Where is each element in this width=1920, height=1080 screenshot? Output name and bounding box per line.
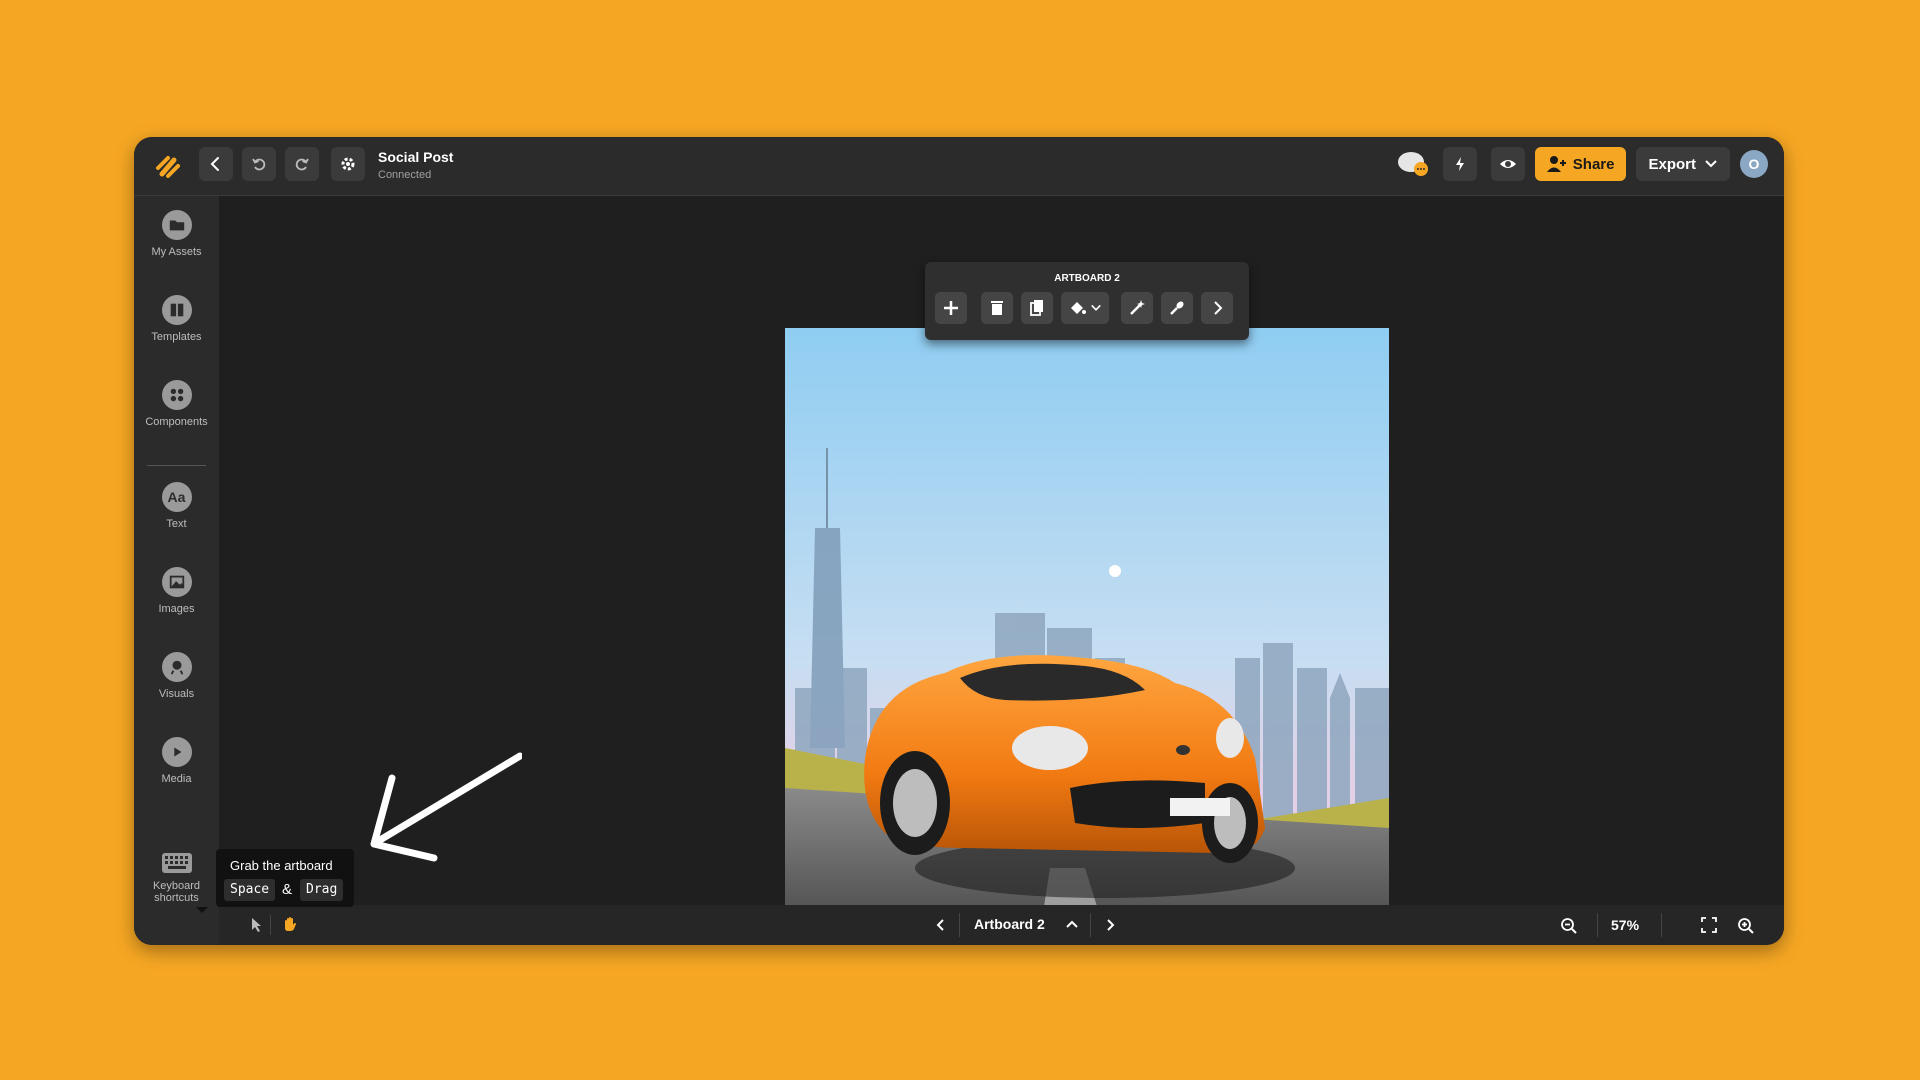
magic-wand-button[interactable]: [1121, 292, 1153, 324]
sidebar-item-label: Components: [145, 416, 208, 428]
settings-button[interactable]: [331, 147, 365, 181]
document-title-block: Social Post Connected: [378, 149, 453, 181]
sidebar-item-text[interactable]: Aa Text: [134, 482, 219, 530]
eye-icon: [1499, 160, 1516, 168]
sidebar-item-templates[interactable]: Templates: [134, 295, 219, 343]
delete-artboard-button[interactable]: [981, 292, 1013, 324]
app-logo-icon[interactable]: [154, 152, 182, 180]
export-button[interactable]: Export: [1636, 147, 1730, 181]
sidebar: My Assets Templates Components Aa Text I…: [134, 196, 219, 945]
select-tool-icon[interactable]: [249, 917, 265, 933]
zoom-divider: [1661, 913, 1662, 937]
visuals-icon: [161, 652, 192, 682]
zoom-out-icon[interactable]: [1560, 917, 1578, 935]
lightning-icon: [1455, 157, 1464, 171]
components-icon: [161, 380, 192, 410]
sidebar-item-images[interactable]: Images: [134, 567, 219, 615]
more-options-button[interactable]: [1201, 292, 1233, 324]
templates-icon: [161, 295, 192, 325]
fit-screen-icon[interactable]: [1701, 917, 1717, 933]
avatar[interactable]: O: [1740, 150, 1768, 178]
comments-button[interactable]: [1395, 147, 1433, 181]
duplicate-artboard-button[interactable]: [1021, 292, 1053, 324]
zoom-divider: [1597, 913, 1598, 937]
keyboard-icon: [161, 853, 192, 873]
sidebar-item-visuals[interactable]: Visuals: [134, 652, 219, 700]
sidebar-item-label: Templates: [151, 331, 202, 343]
zoom-in-icon[interactable]: [1737, 917, 1755, 935]
tooltip-key-drag: Drag: [300, 879, 344, 901]
artboard-toolbar: ARTBOARD 2: [925, 262, 1249, 340]
topbar-right-tools: Share Export O: [1395, 147, 1768, 181]
artboard[interactable]: [785, 328, 1389, 932]
tool-divider: [270, 915, 271, 935]
paint-bucket-icon: [1071, 302, 1086, 314]
sidebar-item-media[interactable]: Media: [134, 737, 219, 785]
top-bar: Social Post Connected Share Export O: [134, 137, 1784, 196]
gear-icon: [341, 157, 355, 171]
connection-status: Connected: [378, 169, 432, 181]
undo-icon: [252, 158, 266, 171]
sidebar-divider: [147, 465, 206, 466]
tooltip-title: Grab the artboard: [230, 858, 333, 873]
sidebar-item-keyboard-shortcuts[interactable]: Keyboard shortcuts: [134, 852, 219, 904]
nav-divider: [1090, 913, 1091, 937]
sidebar-item-label: Media: [161, 773, 192, 785]
sidebar-item-label: Visuals: [158, 688, 195, 700]
chevron-down-icon: [1705, 160, 1717, 168]
tooltip-key-space: Space: [224, 879, 276, 901]
zoom-level[interactable]: 57%: [1611, 917, 1639, 933]
artboard-toolbar-label: ARTBOARD 2: [1054, 273, 1120, 284]
bottom-bar: Artboard 2 57%: [219, 905, 1784, 945]
preview-button[interactable]: [1490, 147, 1525, 181]
copy-icon: [1030, 300, 1043, 316]
trash-icon: [991, 301, 1003, 315]
next-artboard-icon[interactable]: [1102, 917, 1118, 933]
media-icon: [161, 737, 192, 767]
magic-wand-icon: [1130, 300, 1145, 315]
redo-button[interactable]: [285, 147, 319, 181]
redo-icon: [295, 158, 309, 171]
sidebar-item-components[interactable]: Components: [134, 380, 219, 428]
artboard-image[interactable]: [785, 328, 1389, 932]
text-icon: Aa: [161, 482, 192, 512]
chat-bubble-icon: [1397, 152, 1428, 176]
chevron-right-icon: [1214, 301, 1223, 315]
sidebar-item-label: Images: [158, 603, 195, 615]
eraser-icon: [1170, 301, 1184, 315]
chevron-left-icon: [210, 157, 219, 171]
sidebar-item-label: Text: [166, 518, 187, 530]
images-icon: [161, 567, 192, 597]
artboard-name[interactable]: Artboard 2: [974, 916, 1045, 932]
sidebar-item-my-assets[interactable]: My Assets: [134, 210, 219, 258]
fill-color-dropdown[interactable]: [1061, 292, 1109, 324]
previous-artboard-icon[interactable]: [933, 917, 949, 933]
annotation-arrow-icon: [370, 752, 522, 862]
nav-divider: [959, 913, 960, 937]
add-user-icon: [1546, 156, 1566, 172]
chevron-up-icon[interactable]: [1064, 917, 1080, 933]
hand-tool-tooltip: Grab the artboard Space & Drag: [216, 849, 354, 907]
remove-background-button[interactable]: [1161, 292, 1193, 324]
folder-icon: [161, 210, 192, 240]
tooltip-pointer: [196, 907, 208, 913]
sidebar-item-label: My Assets: [151, 246, 202, 258]
export-label: Export: [1648, 155, 1696, 173]
sidebar-item-label: Keyboard shortcuts: [152, 880, 201, 904]
share-button[interactable]: Share: [1534, 147, 1627, 181]
hand-tool-icon[interactable]: [281, 915, 299, 933]
plus-icon: [944, 301, 958, 315]
share-label: Share: [1572, 155, 1615, 173]
add-artboard-button[interactable]: [935, 292, 967, 324]
back-button[interactable]: [199, 147, 233, 181]
tooltip-joiner: &: [282, 881, 293, 898]
document-title[interactable]: Social Post: [378, 149, 453, 165]
quick-actions-button[interactable]: [1442, 147, 1477, 181]
undo-button[interactable]: [242, 147, 276, 181]
chevron-down-icon: [1091, 304, 1101, 311]
